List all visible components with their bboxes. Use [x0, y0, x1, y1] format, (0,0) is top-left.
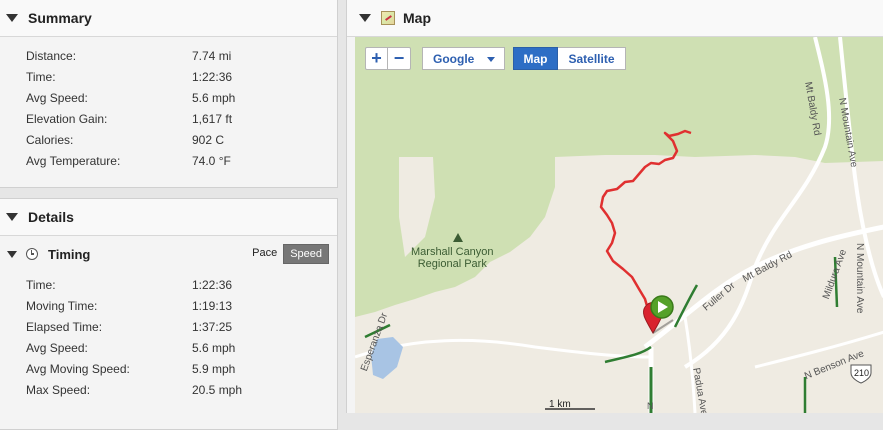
row-label: Elevation Gain:	[26, 111, 108, 126]
zoom-out-button[interactable]: −	[388, 47, 411, 70]
left-panel: Summary Distance: 7.74 mi Time: 1:22:36 Av…	[0, 0, 338, 430]
pace-speed-toggle: Pace Speed	[246, 244, 329, 264]
details-header[interactable]: Details	[0, 199, 337, 236]
summary-row: Calories: 902 C	[0, 129, 337, 150]
summary-row: Avg Speed: 5.6 mph	[0, 87, 337, 108]
route-shield-label: 210	[854, 368, 870, 378]
timing-rows: Time: 1:22:36 Moving Time: 1:19:13 Elapsed…	[0, 272, 337, 400]
clock-icon	[26, 248, 38, 260]
street-label: N Mountain Ave	[854, 243, 865, 314]
details-title: Details	[28, 209, 74, 225]
row-label: Avg Temperature:	[26, 153, 121, 168]
speed-toggle-button[interactable]: Speed	[283, 244, 329, 264]
map-type-map-button[interactable]: Map	[513, 47, 558, 70]
row-label: Time:	[26, 277, 56, 292]
row-value: 5.6 mph	[192, 90, 236, 105]
row-value: 1:22:36	[192, 69, 233, 84]
row-value: 1:37:25	[192, 319, 233, 334]
row-value: 1,617 ft	[192, 111, 233, 126]
row-label: Avg Speed:	[26, 90, 88, 105]
park-label-line: Regional Park	[417, 258, 487, 270]
summary-row: Distance: 7.74 mi	[0, 45, 337, 66]
summary-title: Summary	[28, 10, 92, 26]
chevron-down-icon	[487, 57, 495, 62]
zoom-in-button[interactable]: +	[365, 47, 388, 70]
row-label: Max Speed:	[26, 382, 91, 397]
timing-header[interactable]: Timing Pace Speed	[0, 236, 337, 272]
row-value: 20.5 mph	[192, 382, 243, 397]
timing-row: Max Speed: 20.5 mph	[0, 379, 337, 400]
timing-row: Elapsed Time: 1:37:25	[0, 316, 337, 337]
row-value: 74.0 °F	[192, 153, 231, 168]
provider-label: Google	[433, 51, 475, 66]
row-label: Moving Time:	[26, 298, 98, 313]
map-provider-dropdown[interactable]: Google	[422, 47, 505, 70]
row-value: 902 C	[192, 132, 225, 147]
map-icon	[381, 11, 395, 25]
details-section: Details Timing Pace Speed Time: 1:22:36 M…	[0, 198, 338, 430]
row-value: 1:19:13	[192, 298, 233, 313]
summary-rows: Distance: 7.74 mi Time: 1:22:36 Avg Speed:…	[0, 37, 337, 171]
row-value: 5.6 mph	[192, 340, 236, 355]
collapse-triangle-icon[interactable]	[6, 213, 18, 221]
summary-row: Time: 1:22:36	[0, 66, 337, 87]
road	[754, 330, 883, 369]
summary-row: Avg Temperature: 74.0 °F	[0, 150, 337, 171]
timing-title: Timing	[48, 246, 91, 262]
map-canvas[interactable]: Marshall Canyon Regional Park Mt Baldy R…	[355, 37, 883, 413]
map-header[interactable]: Map	[347, 0, 883, 37]
summary-header[interactable]: Summary	[0, 0, 337, 37]
row-label: Avg Moving Speed:	[26, 361, 130, 376]
map-panel: Map Marshall Canyon Regional Park Mt Bal…	[346, 0, 883, 413]
row-label: Avg Speed:	[26, 340, 88, 355]
timing-row: Moving Time: 1:19:13	[0, 295, 337, 316]
timing-row: Avg Speed: 5.6 mph	[0, 337, 337, 358]
street-label: N	[647, 401, 654, 411]
collapse-triangle-icon[interactable]	[359, 14, 371, 22]
park-label: Marshall Canyon Regional Park	[411, 246, 494, 270]
row-value: 7.74 mi	[192, 48, 232, 63]
collapse-triangle-icon[interactable]	[6, 14, 18, 22]
park-label-line: Marshall Canyon	[411, 246, 494, 258]
row-label: Time:	[26, 69, 56, 84]
timing-row: Avg Moving Speed: 5.9 mph	[0, 358, 337, 379]
scale-label: 1 km	[549, 399, 571, 410]
row-label: Elapsed Time:	[26, 319, 103, 334]
row-label: Distance:	[26, 48, 77, 63]
map-title: Map	[403, 10, 431, 26]
row-value: 5.9 mph	[192, 361, 236, 376]
map-type-satellite-button[interactable]: Satellite	[558, 47, 626, 70]
timing-row: Time: 1:22:36	[0, 274, 337, 295]
summary-section: Summary Distance: 7.74 mi Time: 1:22:36 Av…	[0, 0, 338, 188]
pace-toggle-button[interactable]: Pace	[246, 244, 283, 264]
row-value: 1:22:36	[192, 277, 233, 292]
collapse-triangle-icon[interactable]	[7, 250, 17, 258]
summary-row: Elevation Gain: 1,617 ft	[0, 108, 337, 129]
row-label: Calories:	[26, 132, 74, 147]
